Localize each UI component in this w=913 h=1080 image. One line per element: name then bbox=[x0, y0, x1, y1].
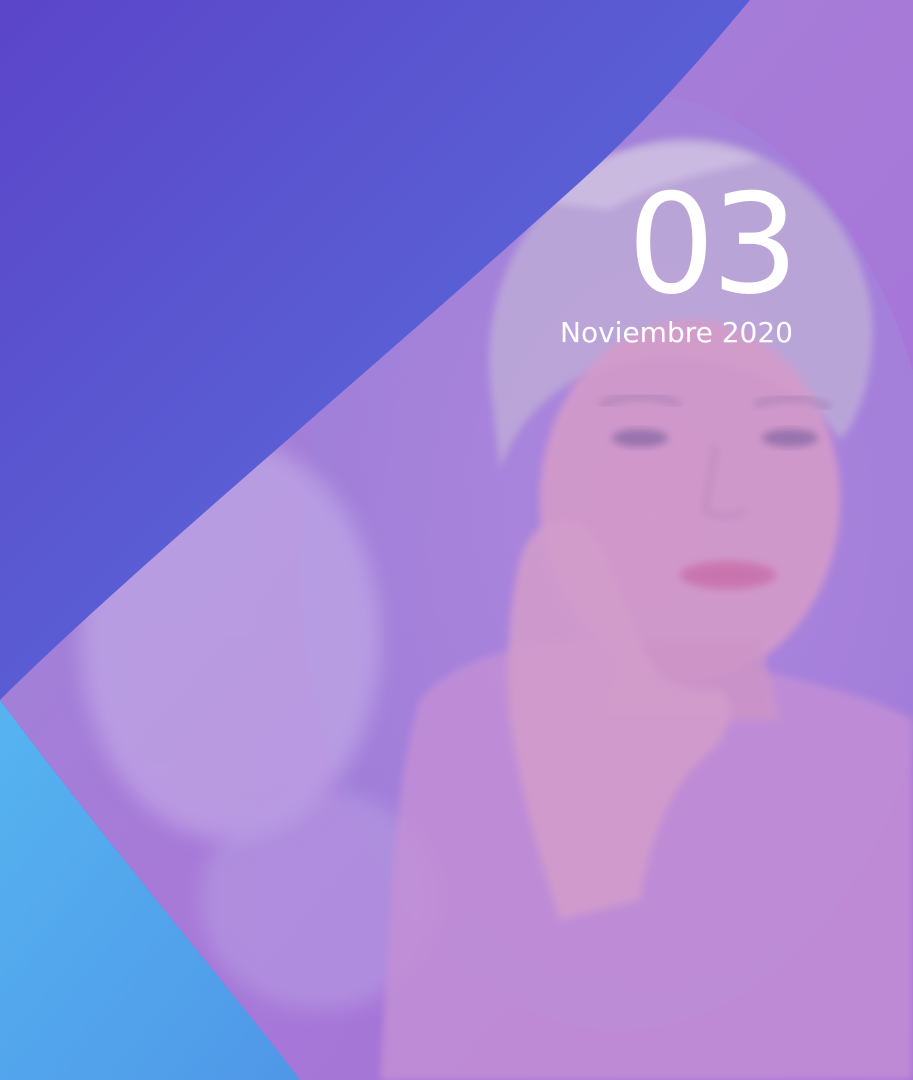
date-month-year: Noviembre 2020 bbox=[560, 316, 793, 349]
date-day: 03 bbox=[627, 164, 799, 325]
cover-page: 03 Noviembre 2020 bbox=[0, 0, 913, 1080]
cover-date: 03 Noviembre 2020 bbox=[560, 164, 799, 350]
woman-photo bbox=[0, 0, 913, 1080]
